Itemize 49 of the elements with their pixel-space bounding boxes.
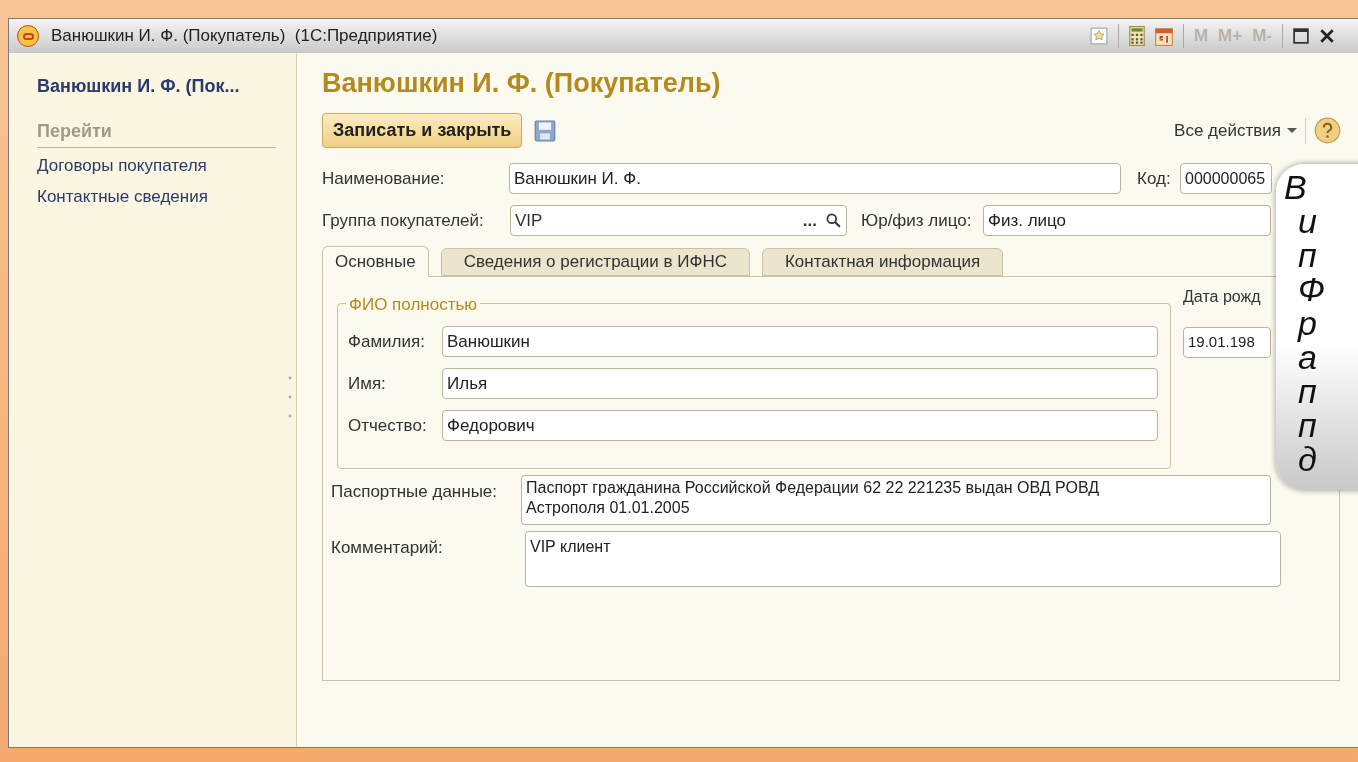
name-part-field[interactable]: Илья bbox=[442, 368, 1158, 399]
comment-field[interactable]: VIP клиент bbox=[525, 531, 1281, 587]
callout-text: п bbox=[1297, 374, 1318, 408]
group-field[interactable]: VIP ... bbox=[510, 205, 847, 236]
sidebar-title: Ванюшкин И. Ф. (Пок... bbox=[37, 75, 241, 98]
maximize-icon[interactable] bbox=[1293, 28, 1309, 44]
caret-icon bbox=[1287, 128, 1297, 133]
name-part-field[interactable]: Федорович bbox=[442, 410, 1158, 441]
name-field[interactable]: Ванюшкин И. Ф. bbox=[509, 163, 1121, 194]
passport-field[interactable]: Паспорт гражданина Российской Федерации 62 22 221235 выдан ОВД РОВД Астрополя 01.01.2005 bbox=[521, 475, 1271, 525]
save-and-close-button[interactable]: Записать и закрыть bbox=[322, 113, 523, 148]
birth-date-field[interactable]: 19.01.198 bbox=[1183, 327, 1271, 358]
name-part-field[interactable]: Ванюшкин bbox=[442, 326, 1158, 357]
sidebar-section-heading: Перейти bbox=[37, 118, 276, 148]
code-field[interactable]: 000000065 bbox=[1180, 163, 1272, 194]
calculator-icon[interactable] bbox=[1128, 26, 1145, 46]
callout-text: В bbox=[1284, 170, 1308, 204]
field-label: Фамилия: bbox=[348, 330, 426, 353]
field-label: Группа покупателей: bbox=[322, 209, 485, 232]
select-button[interactable]: ... bbox=[798, 207, 821, 234]
all-actions-menu[interactable]: Все действия bbox=[1174, 117, 1297, 144]
callout-text: р bbox=[1296, 306, 1318, 340]
field-label: Паспортные данные: bbox=[331, 481, 499, 503]
field-label: Дата рожд bbox=[1183, 287, 1261, 307]
tab[interactable]: Контактная информация bbox=[761, 248, 1004, 276]
field-label: Комментарий: bbox=[331, 537, 444, 559]
sidebar-link[interactable]: Контактные сведения bbox=[37, 183, 276, 209]
callout-text: п bbox=[1297, 238, 1318, 272]
callout-text: и bbox=[1297, 204, 1318, 238]
close-icon[interactable] bbox=[1319, 28, 1335, 44]
sidebar-link[interactable]: Договоры покупателя bbox=[37, 153, 276, 179]
callout-text: п bbox=[1297, 408, 1318, 442]
save-icon[interactable] bbox=[534, 119, 557, 142]
field-label: Юр/физ лицо: bbox=[861, 209, 973, 232]
entity-type-field[interactable]: Физ. лицо bbox=[983, 205, 1271, 236]
tab[interactable]: Сведения о регистрации в ИФНС bbox=[440, 248, 750, 276]
help-icon[interactable] bbox=[1314, 117, 1341, 144]
field-label: Отчество: bbox=[348, 414, 428, 437]
logo-icon bbox=[17, 25, 39, 47]
window-title: Ванюшкин И. Ф. (Покупатель) (1С:Предприятие) bbox=[51, 25, 438, 48]
calendar-icon[interactable] bbox=[1154, 26, 1173, 46]
field-label: Наименование: bbox=[322, 167, 446, 190]
callout-text: д bbox=[1297, 442, 1318, 476]
tab[interactable]: Основные bbox=[322, 246, 429, 277]
form-title: Ванюшкин И. Ф. (Покупатель) bbox=[322, 67, 722, 99]
search-icon[interactable] bbox=[826, 213, 841, 228]
field-label: Имя: bbox=[348, 372, 387, 395]
callout-text: Ф bbox=[1297, 272, 1327, 306]
field-label: Код: bbox=[1137, 167, 1172, 190]
